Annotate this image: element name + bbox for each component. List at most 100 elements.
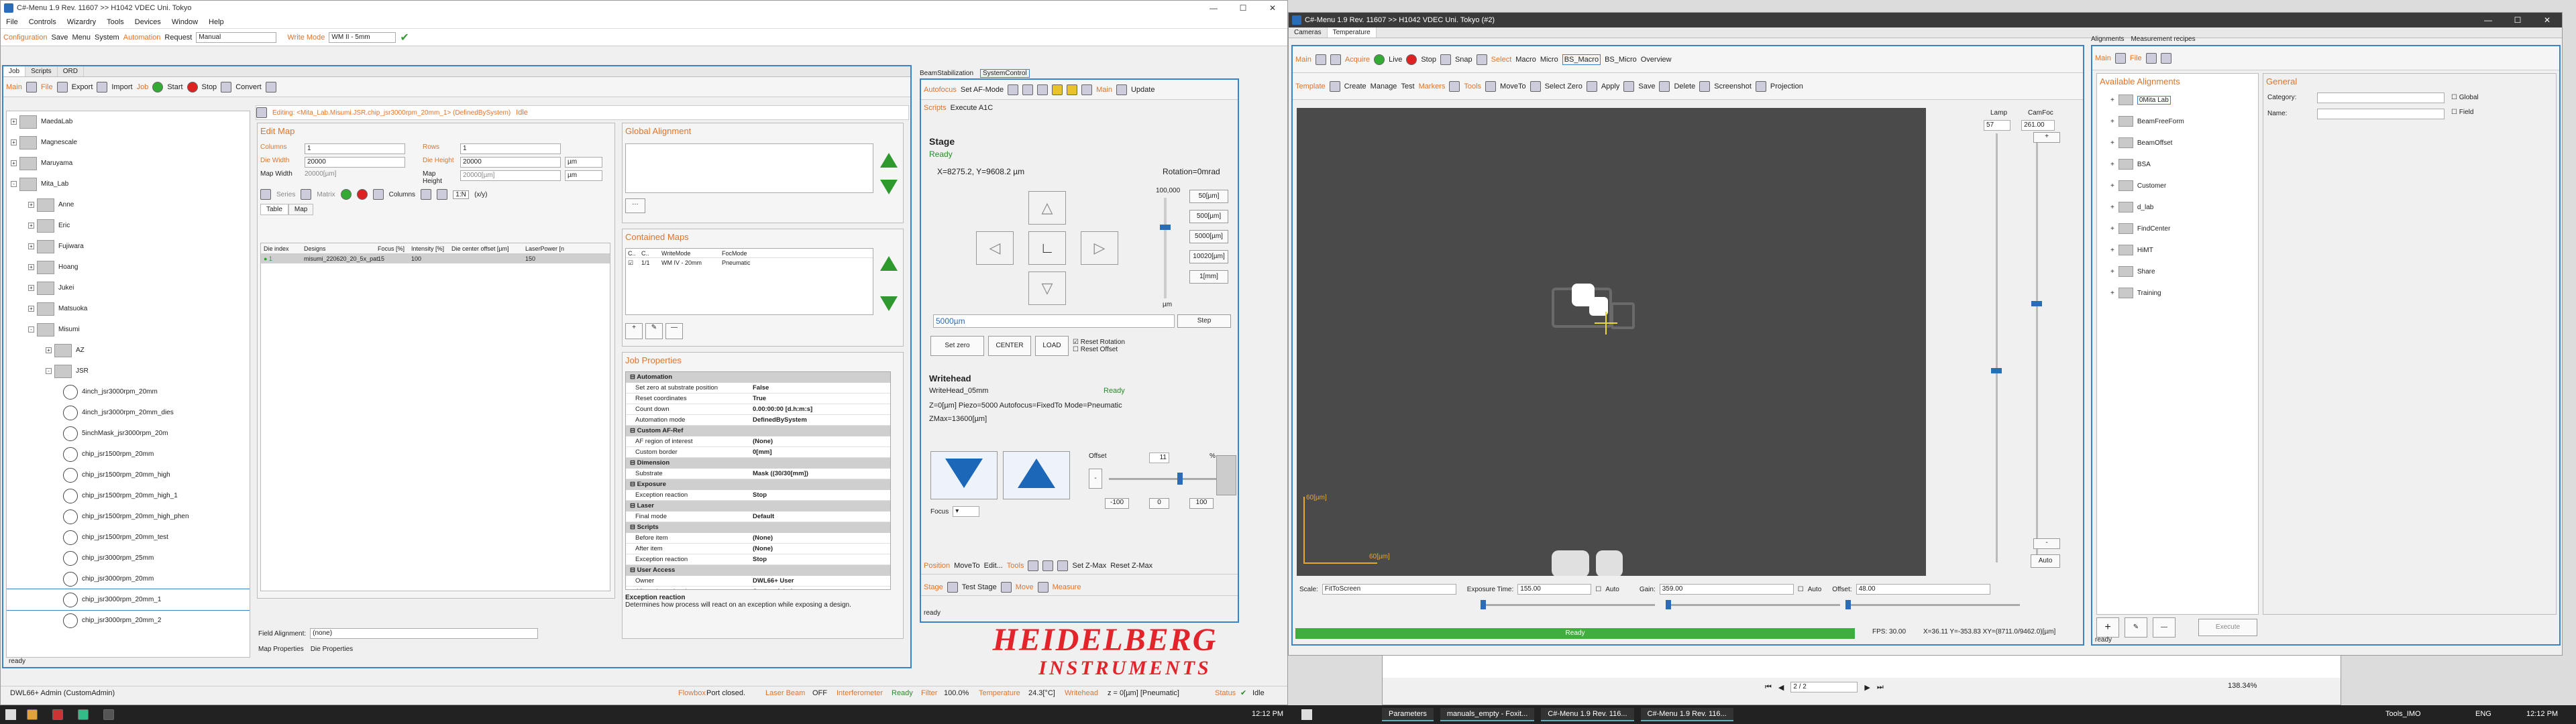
step-preset-button[interactable]: 50[µm] (1189, 190, 1228, 203)
table-header[interactable]: C.. (639, 249, 659, 257)
property-value[interactable]: (None) (750, 544, 890, 554)
camera-icon[interactable] (1330, 54, 1341, 65)
execute-a1c-button[interactable]: Execute A1C (951, 104, 994, 112)
tree-item[interactable]: - Misumi (7, 319, 250, 340)
warning-icon[interactable] (1052, 84, 1063, 95)
tab-map[interactable]: Map (288, 204, 314, 215)
lock-icon[interactable] (1216, 455, 1236, 495)
tool-icon-2[interactable] (1042, 560, 1054, 571)
next-page-icon[interactable]: ▶ (1864, 683, 1870, 692)
expander-icon[interactable]: + (2110, 268, 2114, 276)
camfoc-minus[interactable]: - (2033, 538, 2060, 549)
exposure-auto-checkbox[interactable]: ☐ (1595, 586, 1601, 593)
property-category[interactable]: ⊟ Scripts (626, 522, 890, 533)
expander-icon[interactable]: + (28, 202, 34, 208)
file-tab[interactable]: File (41, 83, 53, 91)
expander-icon[interactable]: + (2110, 247, 2114, 254)
create-icon[interactable] (1329, 80, 1340, 92)
screenshot-button[interactable]: Screenshot (1714, 82, 1752, 90)
projection-button[interactable]: Projection (1770, 82, 1803, 90)
move-down-arrow[interactable]: ▽ (1028, 272, 1066, 305)
camera-view[interactable]: 60[µm] 60[µm] (1297, 108, 1926, 576)
import-icon[interactable] (97, 81, 108, 93)
property-row[interactable]: AF region of interest (None) (626, 436, 890, 447)
overlay-icon[interactable] (1476, 54, 1487, 65)
windows-start-icon[interactable] (5, 709, 16, 720)
offset-min-button[interactable]: -100 (1105, 498, 1129, 509)
expander-icon[interactable]: + (2110, 118, 2114, 125)
expander-icon[interactable]: + (2110, 139, 2114, 147)
property-value[interactable]: 0[mm] (750, 447, 890, 457)
alignment-item[interactable]: + HiMT (2110, 239, 2258, 261)
camfoc-input[interactable]: 261.00 (2021, 120, 2055, 131)
autofocus-label[interactable]: Autofocus (924, 86, 957, 94)
browser-taskbar-icon[interactable] (52, 709, 63, 720)
tree-item[interactable]: chip_jsr1500rpm_20mm_test (7, 527, 250, 548)
gain-slider[interactable] (1666, 600, 1840, 609)
stage-tool[interactable]: Test Stage (962, 583, 997, 591)
move-left-arrow[interactable]: ◁ (976, 231, 1014, 265)
series-icon[interactable] (260, 189, 271, 200)
manage-button[interactable]: Manage (1371, 82, 1397, 90)
property-row[interactable]: Owner DWL66+ User (626, 576, 890, 587)
main-tab[interactable]: Main (6, 83, 22, 91)
tree-item[interactable]: + MaedaLab (7, 111, 250, 132)
alignment-item[interactable]: + BeamOffset (2110, 132, 2258, 154)
expander-icon[interactable]: + (11, 119, 17, 125)
app-taskbar-icon[interactable] (78, 709, 89, 720)
laser-warning-icon[interactable] (1067, 84, 1078, 95)
property-row[interactable]: Exception reaction Stop (626, 490, 890, 501)
scale-select[interactable]: FitToScreen (1322, 584, 1456, 595)
job-tab[interactable]: Job (137, 83, 149, 91)
align-open-icon[interactable] (2145, 52, 2157, 64)
table-header[interactable]: Die index (261, 243, 301, 253)
refresh-icon[interactable] (256, 107, 267, 118)
die-width-input[interactable]: 20000 (305, 157, 405, 168)
tree-item[interactable]: + Anne (7, 194, 250, 215)
step-slider[interactable] (1160, 198, 1171, 298)
bottom-tab[interactable]: Die Properties (311, 646, 353, 653)
property-row[interactable]: Automation mode DefinedBySystem (626, 415, 890, 426)
expander-icon[interactable]: - (46, 368, 52, 374)
lamp-slider[interactable] (1991, 133, 2002, 562)
tree-item[interactable]: + Magnescale (7, 132, 250, 153)
center-button[interactable]: CENTER (988, 336, 1031, 356)
menu-menu[interactable]: Menu (72, 34, 91, 42)
tab-job[interactable]: Job (3, 66, 26, 76)
expander-icon[interactable]: + (2110, 182, 2114, 190)
offset-input[interactable]: 11 (1149, 452, 1169, 463)
menu-item-window[interactable]: Window (166, 15, 203, 28)
position-tool[interactable]: Set Z-Max (1072, 562, 1106, 570)
tree-item[interactable]: 4inch_jsr3000rpm_20mm (7, 381, 250, 402)
tree-item[interactable]: 4inch_jsr3000rpm_20mm_dies (7, 402, 250, 423)
cam-minimize-button[interactable]: — (2473, 13, 2503, 27)
move-down-icon[interactable] (880, 180, 898, 194)
columns-button[interactable]: Columns (389, 191, 415, 198)
align-save-icon[interactable] (2160, 52, 2171, 64)
taskbar-item[interactable]: Parameters (1382, 708, 1434, 721)
table-row[interactable]: ● 1 misumi_220620_20_5x_pat 15 100 150 (261, 254, 610, 263)
property-value[interactable]: Stop (750, 554, 890, 564)
add-map-button[interactable]: + (625, 323, 643, 339)
table-header[interactable]: WriteMode (659, 249, 720, 257)
global-alignment-list[interactable] (625, 143, 873, 193)
lang-label[interactable]: ENG (2475, 710, 2491, 718)
tree-item[interactable]: chip_jsr3000rpm_25mm (7, 548, 250, 568)
reset-rotation-checkbox[interactable]: ☑ (1073, 339, 1079, 346)
property-value[interactable]: DefinedBySystem (750, 415, 890, 425)
template-label[interactable]: Template (1295, 82, 1326, 90)
property-row[interactable]: Substrate Mask ((30/30[mm]) (626, 469, 890, 479)
af-icon-2[interactable] (1022, 84, 1034, 95)
step-input[interactable]: 5000µm (933, 314, 1175, 328)
focus-up-button[interactable] (1003, 451, 1070, 499)
property-category[interactable]: ⊟ Laser (626, 501, 890, 511)
contained-maps-table[interactable]: C.. C.. WriteMode FocMode ☑ 1/1 WM IV - 20mm P… (625, 248, 873, 315)
delete-icon[interactable] (1659, 80, 1670, 92)
configuration-label[interactable]: Configuration (3, 34, 47, 42)
camfoc-slider[interactable] (2031, 133, 2042, 562)
menu-item-controls[interactable]: Controls (23, 15, 62, 28)
micro-button[interactable]: Micro (1540, 56, 1558, 64)
tab-ord[interactable]: ORD (58, 66, 84, 76)
property-category[interactable]: ⊟ Dimension (626, 458, 890, 469)
expander-icon[interactable]: - (28, 326, 34, 333)
